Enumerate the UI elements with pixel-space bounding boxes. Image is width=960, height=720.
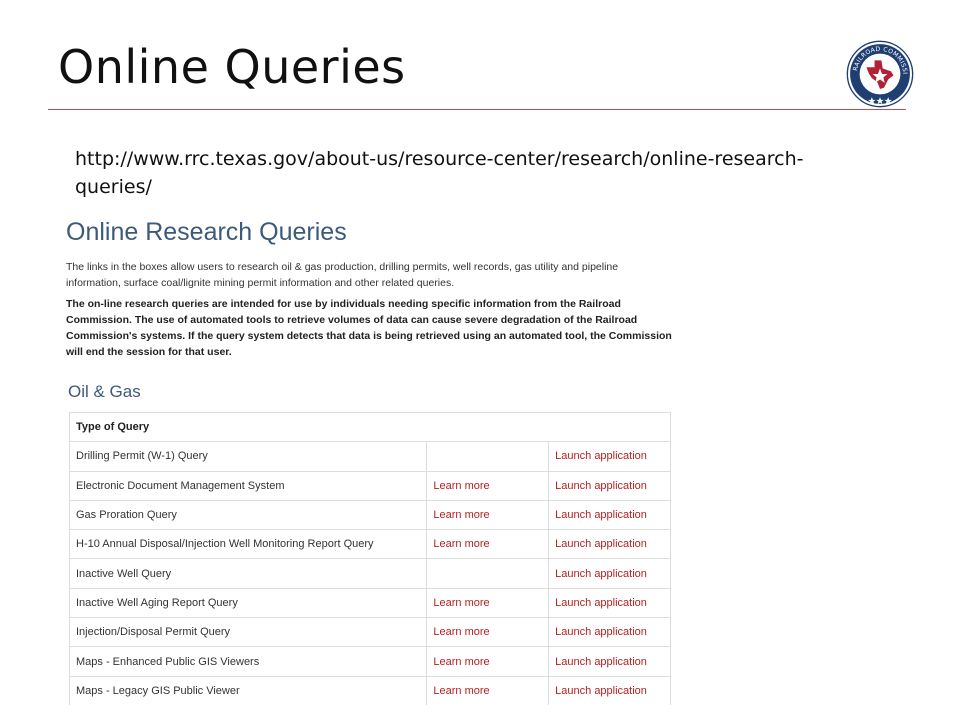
learn-more-cell: Learn more	[426, 587, 550, 619]
railroad-commission-seal-icon: RAILROAD COMMISSION OF TEXAS	[846, 40, 914, 108]
embedded-webpage-screenshot: Online Research Queries The links in the…	[60, 212, 680, 712]
table-row: Injection/Disposal Permit Query Learn mor…	[68, 617, 671, 648]
launch-application-link[interactable]: Launch application	[555, 450, 647, 462]
query-name: Maps - Enhanced Public GIS Viewers	[68, 646, 428, 677]
learn-more-cell	[426, 558, 550, 589]
learn-more-link[interactable]: Learn more	[433, 480, 489, 492]
learn-more-cell	[426, 441, 550, 472]
query-name: Gas Proration Query	[68, 499, 428, 531]
learn-more-link[interactable]: Learn more	[433, 597, 489, 609]
table-header-row: Type of Query	[69, 411, 671, 443]
slide-title: Online Queries	[58, 40, 406, 94]
table-row: Inactive Well Aging Report Query Learn mo…	[68, 587, 671, 619]
launch-application-link[interactable]: Launch application	[555, 597, 647, 609]
learn-more-cell: Learn more	[426, 617, 550, 648]
launch-application-link[interactable]: Launch application	[555, 509, 647, 521]
query-table: Type of Query Drilling Permit (W-1) Quer…	[68, 411, 671, 705]
launch-application-link[interactable]: Launch application	[555, 480, 647, 492]
launch-application-cell: Launch application	[548, 558, 671, 589]
launch-application-cell: Launch application	[548, 675, 671, 705]
automated-tools-notice: The on-line research queries are intende…	[66, 298, 672, 358]
table-row: Gas Proration Query Learn more Launch appl…	[68, 499, 671, 531]
learn-more-cell: Learn more	[426, 529, 550, 560]
launch-application-cell: Launch application	[548, 587, 671, 619]
intro-text: The links in the boxes allow users to re…	[66, 261, 619, 289]
table-row: Electronic Document Management System Lea…	[68, 470, 671, 501]
source-url[interactable]: http://www.rrc.texas.gov/about-us/resour…	[75, 145, 855, 201]
query-name: Inactive Well Query	[68, 558, 428, 589]
launch-application-cell: Launch application	[548, 617, 671, 648]
launch-application-cell: Launch application	[548, 529, 671, 560]
learn-more-link[interactable]: Learn more	[433, 685, 489, 697]
launch-application-link[interactable]: Launch application	[555, 568, 647, 580]
table-row: Maps - Enhanced Public GIS Viewers Learn …	[68, 646, 671, 677]
launch-application-link[interactable]: Launch application	[555, 538, 647, 550]
learn-more-link[interactable]: Learn more	[433, 538, 489, 550]
page-heading: Online Research Queries	[66, 218, 347, 246]
title-divider	[48, 109, 906, 110]
section-heading-oil-gas: Oil & Gas	[68, 382, 141, 401]
launch-application-cell: Launch application	[548, 470, 671, 501]
learn-more-cell: Learn more	[426, 675, 550, 705]
learn-more-cell: Learn more	[426, 470, 550, 501]
source-url-line-1: http://www.rrc.texas.gov/about-us/resour…	[75, 148, 804, 170]
launch-application-cell: Launch application	[548, 441, 671, 472]
source-url-line-2: queries/	[75, 176, 152, 198]
query-name: Injection/Disposal Permit Query	[68, 617, 428, 648]
learn-more-link[interactable]: Learn more	[433, 509, 489, 521]
learn-more-link[interactable]: Learn more	[433, 656, 489, 668]
query-name: Drilling Permit (W-1) Query	[68, 441, 428, 472]
launch-application-link[interactable]: Launch application	[555, 656, 647, 668]
launch-application-link[interactable]: Launch application	[555, 626, 647, 638]
learn-more-link[interactable]: Learn more	[433, 626, 489, 638]
table-row: Inactive Well Query Launch application	[68, 558, 671, 589]
learn-more-cell: Learn more	[426, 646, 550, 677]
query-name: H-10 Annual Disposal/Injection Well Moni…	[68, 529, 428, 560]
table-row: Maps - Legacy GIS Public Viewer Learn mor…	[68, 675, 671, 705]
query-name: Maps - Legacy GIS Public Viewer	[68, 675, 428, 705]
table-row: Drilling Permit (W-1) Query Launch applic…	[68, 441, 671, 472]
launch-application-link[interactable]: Launch application	[555, 685, 647, 697]
query-name: Electronic Document Management System	[68, 470, 428, 501]
launch-application-cell: Launch application	[548, 499, 671, 531]
table-header: Type of Query	[69, 411, 671, 443]
launch-application-cell: Launch application	[548, 646, 671, 677]
query-name: Inactive Well Aging Report Query	[68, 587, 428, 619]
learn-more-cell: Learn more	[426, 499, 550, 531]
table-row: H-10 Annual Disposal/Injection Well Moni…	[68, 529, 671, 560]
